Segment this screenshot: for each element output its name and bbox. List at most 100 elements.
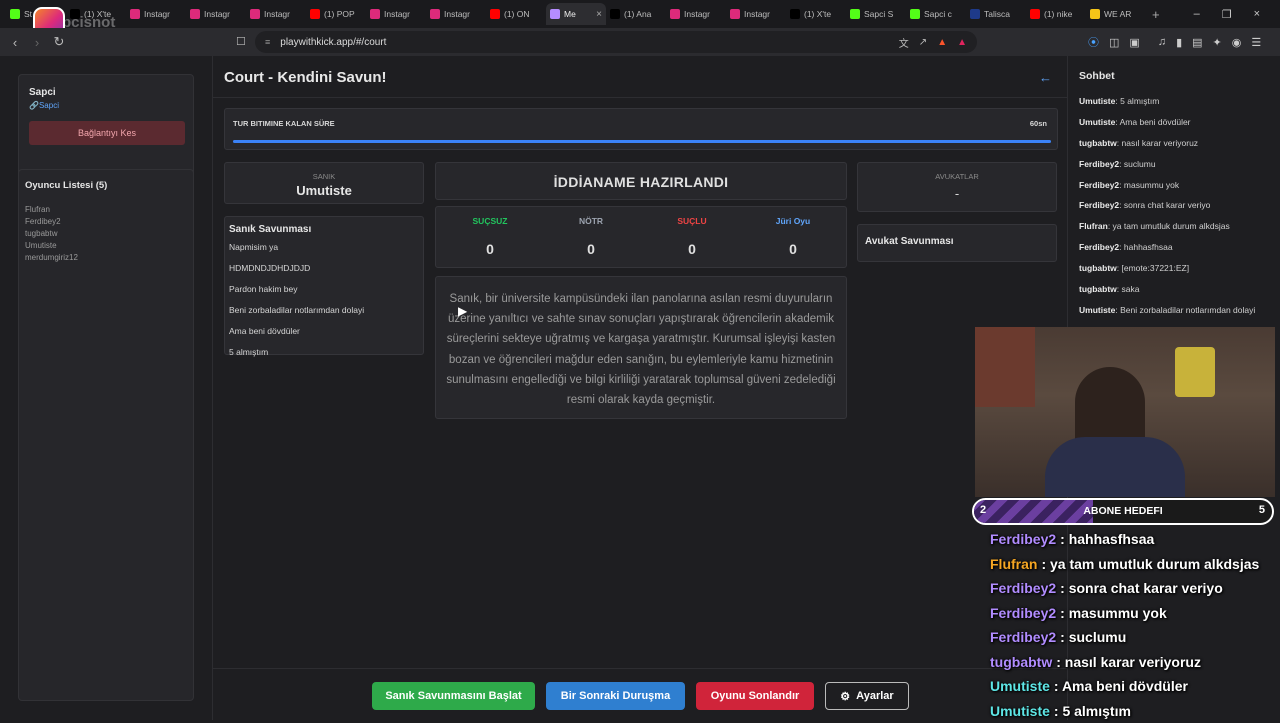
- goal-right: 5: [1259, 504, 1265, 516]
- link-icon: 🔗: [29, 101, 39, 110]
- site-info-icon[interactable]: ≡: [265, 37, 270, 47]
- screenshot-icon[interactable]: ▣: [1129, 36, 1139, 49]
- browser-tab[interactable]: Sapci c: [906, 3, 966, 25]
- chat-text: 5 almıştım: [1120, 96, 1159, 106]
- new-tab-icon[interactable]: +: [1152, 7, 1160, 22]
- chat-user: Ferdibey2: [1079, 200, 1119, 210]
- tab-favicon-icon: [670, 9, 680, 19]
- next-hearing-button[interactable]: Bir Sonraki Duruşma: [546, 682, 685, 710]
- chat-user: tugbabtw: [1079, 263, 1117, 273]
- chat-message: tugbabtw: nasıl karar veriyoruz: [1079, 138, 1255, 148]
- chat-title: Sohbet: [1079, 70, 1115, 82]
- start-defense-button[interactable]: Sanık Savunmasını Başlat: [372, 682, 535, 710]
- share-icon[interactable]: ↗: [919, 37, 927, 48]
- defense-lines: Napmisim yaHDMDNDJDHDJDJDPardon hakim be…: [229, 237, 364, 363]
- vote-count: 0: [448, 241, 532, 257]
- user-sub: 🔗Sapci: [29, 101, 59, 110]
- browser-tab[interactable]: (1) POP: [306, 3, 366, 25]
- end-game-button[interactable]: Oyunu Sonlandır: [696, 682, 814, 710]
- goal-title: ABONE HEDEFI: [974, 505, 1272, 517]
- overlay-chat-text: : ya tam umutluk durum alkdsjas: [1041, 556, 1259, 572]
- overlay-chat-user: Ferdibey2: [990, 531, 1056, 547]
- tab-favicon-icon: [190, 9, 200, 19]
- defendant-label: SANIK: [225, 172, 423, 181]
- chat-user: Ferdibey2: [1079, 159, 1119, 169]
- footer-divider: [213, 668, 1069, 669]
- mouse-cursor-icon: ▶: [458, 304, 467, 318]
- browser-tab[interactable]: (1) nike: [1026, 3, 1086, 25]
- disconnect-button[interactable]: Bağlantıyı Kes: [29, 121, 185, 145]
- music-icon[interactable]: ♫: [1158, 36, 1166, 48]
- overlay-chat-line: tugbabtw: nasıl karar veriyoruz: [990, 650, 1280, 675]
- browser-tab[interactable]: Instagr: [366, 3, 426, 25]
- player-item: tugbabtw: [25, 228, 78, 240]
- wallet-icon[interactable]: ⦿: [1088, 34, 1099, 50]
- menu-icon[interactable]: ☰: [1251, 36, 1261, 49]
- close-tab-icon[interactable]: ×: [596, 9, 602, 20]
- back-arrow-icon[interactable]: ←: [1039, 70, 1052, 85]
- address-bar: ‹ › ↻ ☐ ≡ playwithkick.app/#/court 文 ↗ ▲…: [0, 28, 1280, 56]
- browser-tab[interactable]: Instagr: [126, 3, 186, 25]
- overlay-chat-user: Ferdibey2: [990, 629, 1056, 645]
- sidebar-icon[interactable]: ▮: [1176, 36, 1182, 49]
- defense-panel: Sanık Savunması Napmisim yaHDMDNDJDHDJDJ…: [224, 216, 424, 355]
- browser-tab[interactable]: (1) X'te: [786, 3, 846, 25]
- chat-message: tugbabtw: [emote:37221:EZ]: [1079, 263, 1255, 273]
- bookmark-icon[interactable]: ☐: [236, 35, 246, 48]
- wallet2-icon[interactable]: ▤: [1192, 36, 1202, 49]
- browser-tab[interactable]: (1) ON: [486, 3, 546, 25]
- browser-tab[interactable]: Talisca: [966, 3, 1026, 25]
- vpn-icon[interactable]: ◉: [1232, 36, 1242, 49]
- defense-line: Beni zorbaladilar notlarımdan dolayi: [229, 300, 364, 321]
- timer-panel: TUR BITIMINE KALAN SÜRE 60sn: [224, 108, 1058, 150]
- browser-tab[interactable]: Me×: [546, 3, 606, 25]
- brave-shield-icon[interactable]: ▲: [937, 37, 947, 48]
- chat-text: Beni zorbaladilar notlarımdan dolayi: [1120, 305, 1255, 315]
- chat-text: suclumu: [1124, 159, 1156, 169]
- rug-decor: [975, 327, 1035, 407]
- overlay-chat-line: Ferdibey2: suclumu: [990, 625, 1280, 650]
- chat-message: Flufran: ya tam umutluk durum alkdsjas: [1079, 221, 1255, 231]
- settings-button[interactable]: ⚙Ayarlar: [825, 682, 909, 710]
- gear-icon: ⚙: [840, 690, 850, 703]
- minimize-icon[interactable]: –: [1194, 8, 1200, 20]
- url-field[interactable]: ≡ playwithkick.app/#/court 文 ↗ ▲ ▲: [255, 31, 977, 53]
- forward-icon[interactable]: ›: [26, 35, 48, 50]
- browser-tab[interactable]: WE AR: [1086, 3, 1146, 25]
- url-text: playwithkick.app/#/court: [280, 37, 386, 48]
- browser-tab[interactable]: Instagr: [186, 3, 246, 25]
- browser-tab[interactable]: Sapci S: [846, 3, 906, 25]
- overlay-chat-user: Flufran: [990, 556, 1037, 572]
- chat-text: [emote:37221:EZ]: [1122, 263, 1190, 273]
- tab-favicon-icon: [550, 9, 560, 19]
- chat-message: Ferdibey2: suclumu: [1079, 159, 1255, 169]
- tab-favicon-icon: [370, 9, 380, 19]
- browser-tab[interactable]: Instagr: [726, 3, 786, 25]
- tab-favicon-icon: [1030, 9, 1040, 19]
- tab-favicon-icon: [250, 9, 260, 19]
- page-title: Court - Kendini Savun!: [224, 69, 387, 86]
- chat-user: Umutiste: [1079, 96, 1115, 106]
- translate-icon[interactable]: 文: [899, 35, 909, 50]
- browser-tab[interactable]: Instagr: [666, 3, 726, 25]
- browser-tab[interactable]: Instagr: [246, 3, 306, 25]
- extensions-icon[interactable]: ◫: [1109, 36, 1119, 49]
- close-window-icon[interactable]: ×: [1254, 8, 1260, 20]
- webcam-overlay: [975, 327, 1275, 497]
- player-item: Flufran: [25, 204, 78, 216]
- back-icon[interactable]: ‹: [4, 35, 26, 50]
- overlay-chat-user: Umutiste: [990, 678, 1050, 694]
- chat-text: masummu yok: [1124, 180, 1179, 190]
- overlay-chat-text: : masummu yok: [1060, 605, 1167, 621]
- browser-tab[interactable]: Instagr: [426, 3, 486, 25]
- lawyers-value: -: [858, 186, 1056, 201]
- vote-count: 0: [549, 241, 633, 257]
- reload-icon[interactable]: ↻: [48, 34, 70, 50]
- maximize-icon[interactable]: ❐: [1222, 8, 1232, 21]
- ai-icon[interactable]: ✦: [1213, 36, 1222, 49]
- brave-rewards-icon[interactable]: ▲: [957, 37, 967, 48]
- chat-message: Umutiste: Beni zorbaladilar notlarımdan …: [1079, 305, 1255, 315]
- defense-line: 5 almıştım: [229, 342, 364, 363]
- browser-tab[interactable]: (1) Ana: [606, 3, 666, 25]
- user-name: Sapci: [29, 87, 56, 98]
